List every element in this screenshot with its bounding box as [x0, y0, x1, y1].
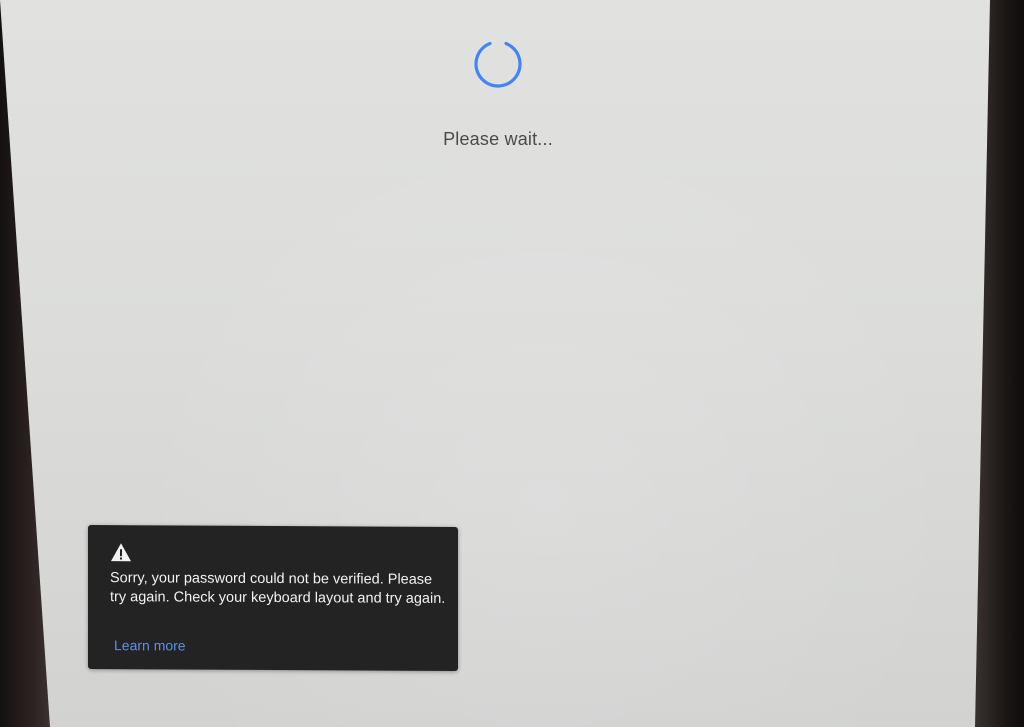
- warning-icon: [111, 543, 131, 562]
- device-frame: Please wait... Sorry, your password coul…: [0, 0, 1024, 727]
- password-error-bubble: Sorry, your password could not be verifi…: [88, 525, 458, 671]
- loading-spinner-icon: [474, 41, 522, 88]
- error-message: Sorry, your password could not be verifi…: [110, 570, 446, 607]
- loading-message: Please wait...: [443, 129, 553, 149]
- login-screen: Please wait... Sorry, your password coul…: [0, 0, 990, 727]
- learn-more-link[interactable]: Learn more: [114, 637, 186, 653]
